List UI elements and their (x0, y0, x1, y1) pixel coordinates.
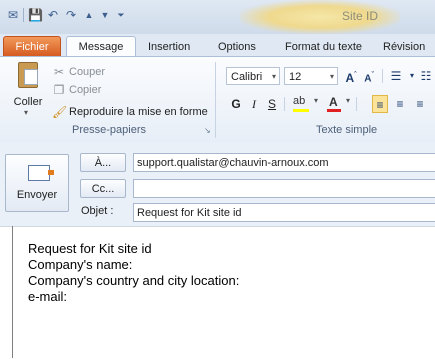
group-separator (215, 62, 216, 138)
body-line: Company's name: (28, 257, 133, 272)
up-arrow-icon[interactable]: ▲ (82, 8, 96, 22)
customize-qat-icon[interactable]: ⏷ (114, 8, 128, 22)
paste-icon (18, 62, 38, 88)
paintbrush-icon: 🖌 (52, 105, 68, 120)
copy-icon: ❐ (53, 83, 65, 98)
down-arrow-icon[interactable]: ▼ (98, 8, 112, 22)
font-name-select[interactable]: Calibri ▾ (226, 67, 280, 85)
tab-revision[interactable]: Révision (379, 38, 429, 56)
send-icon (28, 165, 54, 181)
align-left-icon[interactable]: ≡ (372, 95, 388, 113)
tab-format[interactable]: Format du texte (281, 38, 366, 56)
font-size-value: 12 (289, 71, 302, 83)
align-center-icon[interactable]: ≡ (392, 95, 408, 113)
outlook-app-icon[interactable]: ✉ (6, 8, 20, 22)
scissors-icon: ✂ (53, 65, 65, 80)
window-title: Site ID (342, 9, 379, 23)
bullet-list-icon[interactable]: ☰ (388, 67, 404, 85)
chevron-down-icon: ▾ (329, 72, 334, 81)
format-painter-label: Reproduire la mise en forme (69, 106, 208, 118)
body-line: Company's country and city location: (28, 273, 240, 288)
clipboard-group-label: Presse-papiers (72, 124, 146, 136)
format-painter-button[interactable]: 🖌 Reproduire la mise en forme (52, 104, 208, 120)
bold-button[interactable]: G (228, 95, 244, 113)
body-line: Request for Kit site id (28, 241, 152, 256)
shrink-font-icon[interactable]: Aˇ (361, 67, 377, 85)
chevron-down-icon[interactable]: ▾ (346, 96, 350, 105)
undo-icon[interactable]: ↶ (46, 8, 60, 22)
paste-button[interactable]: Coller ▾ (10, 60, 46, 122)
cc-field[interactable] (133, 179, 435, 198)
send-label: Envoyer (16, 189, 58, 201)
cut-label: Couper (69, 66, 106, 78)
paste-dropdown-icon: ▾ (24, 108, 29, 117)
tab-insertion[interactable]: Insertion (144, 38, 194, 56)
font-color-icon: A (329, 95, 338, 109)
send-button[interactable]: Envoyer (5, 154, 69, 212)
align-right-icon[interactable]: ≡ (412, 95, 428, 113)
numbered-list-icon[interactable]: ☷ (418, 67, 434, 85)
font-color-button[interactable]: A (326, 95, 344, 113)
cc-button[interactable]: Cc... (80, 179, 126, 198)
basic-text-group-label: Texte simple (316, 124, 378, 136)
format-separator (382, 69, 383, 83)
left-border (12, 226, 13, 358)
format-separator (356, 97, 357, 111)
paste-label: Coller (13, 96, 43, 108)
body-line: e-mail: (28, 289, 68, 304)
highlighter-icon: ab (293, 95, 306, 107)
format-separator (284, 97, 285, 111)
save-icon[interactable]: 💾 (28, 8, 43, 22)
tab-file[interactable]: Fichier (3, 36, 61, 57)
subject-label: Objet : (81, 205, 114, 217)
italic-button[interactable]: I (246, 95, 262, 113)
underline-button[interactable]: S (264, 95, 280, 113)
font-size-select[interactable]: 12 ▾ (284, 67, 338, 85)
to-button[interactable]: À... (80, 153, 126, 172)
copy-button[interactable]: ❐ Copier (52, 82, 102, 98)
tab-options[interactable]: Options (214, 38, 260, 56)
subject-field[interactable]: Request for Kit site id (133, 203, 435, 222)
redo-icon[interactable]: ↷ (64, 8, 78, 22)
to-field[interactable]: support.qualistar@chauvin-arnoux.com (133, 153, 435, 172)
dialog-launcher-icon[interactable]: ↘ (204, 126, 211, 135)
tab-message[interactable]: Message (66, 36, 136, 57)
chevron-down-icon: ▾ (271, 72, 276, 81)
qat-separator (23, 8, 24, 22)
grow-font-icon[interactable]: Aˆ (343, 67, 359, 85)
chevron-down-icon[interactable]: ▾ (314, 96, 318, 105)
font-name-value: Calibri (231, 71, 263, 83)
highlight-button[interactable]: ab (291, 95, 313, 113)
cut-button[interactable]: ✂ Couper (52, 64, 105, 80)
copy-label: Copier (69, 84, 102, 96)
